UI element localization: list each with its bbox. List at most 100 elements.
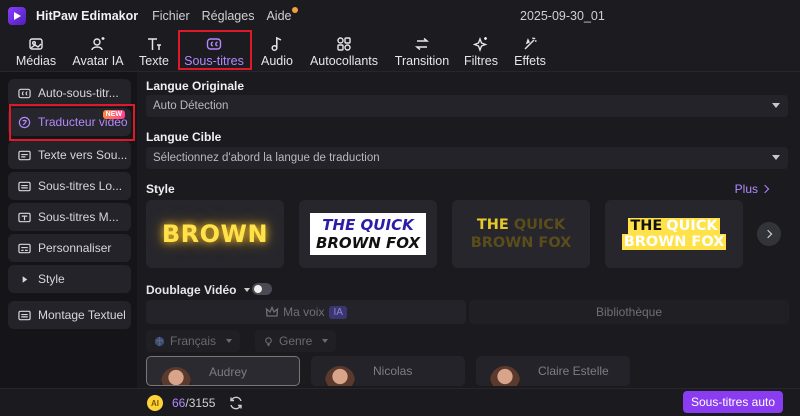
target-language-title: Langue Cible xyxy=(146,130,222,144)
app-logo-icon xyxy=(8,7,26,25)
tab-avatar-ia-label: Avatar IA xyxy=(72,54,124,68)
tab-medias-label: Médias xyxy=(15,54,57,68)
tab-texte-label: Texte xyxy=(139,54,169,68)
style-preview-line2: BROWN FOX xyxy=(470,235,572,251)
sidebar-item-label: Style xyxy=(38,272,65,286)
sidebar-item-auto-subtitles[interactable]: Auto-sous-titr... xyxy=(8,79,131,107)
style-preview-word: QUICK xyxy=(664,218,720,234)
library-tab[interactable]: Bibliothèque xyxy=(469,300,789,324)
gender-icon xyxy=(265,336,272,346)
sidebar-item-text-to-subtitle[interactable]: Texte vers Sou... xyxy=(8,141,131,169)
audio-icon xyxy=(271,36,282,52)
more-styles-label: Plus xyxy=(734,182,758,196)
translate-icon xyxy=(18,116,31,128)
ia-badge: IA xyxy=(329,305,347,319)
manual-subtitles-icon xyxy=(18,212,31,222)
style-card-boxed[interactable]: THE QUICK BROWN FOX xyxy=(299,200,437,268)
my-voice-label: Ma voix xyxy=(283,305,325,319)
style-preview-word: THE xyxy=(476,217,509,233)
title-bar: HitPaw Edimakor Fichier Réglages Aide 20… xyxy=(0,0,800,32)
sidebar-item-style[interactable]: Style xyxy=(8,265,131,293)
source-language-value: Auto Détection xyxy=(153,100,229,112)
chevron-right-icon xyxy=(760,184,770,194)
next-styles-button[interactable] xyxy=(757,222,781,246)
menu-fichier[interactable]: Fichier xyxy=(152,9,190,23)
source-language-select[interactable]: Auto Détection xyxy=(146,95,788,117)
style-card-gold[interactable]: THE QUICK BROWN FOX xyxy=(452,200,590,268)
sidebar-item-text-edit[interactable]: Montage Textuel xyxy=(8,301,131,329)
tab-medias[interactable]: Médias xyxy=(14,32,58,72)
sidebar-item-label: Personnaliser xyxy=(38,241,112,255)
sidebar-item-video-translator[interactable]: Traducteur vidéo NEW xyxy=(8,108,131,136)
voice-card-audrey[interactable]: Audrey xyxy=(146,356,300,386)
local-subtitles-icon xyxy=(18,181,31,191)
language-filter[interactable]: Français xyxy=(146,330,241,352)
source-language-title: Langue Originale xyxy=(146,79,245,93)
tab-audio[interactable]: Audio xyxy=(258,32,296,72)
sidebar-item-local-subtitles[interactable]: Sous-titres Lo... xyxy=(8,172,131,200)
translator-panel: Langue Originale Auto Détection Langue C… xyxy=(137,72,800,416)
style-card-highlight[interactable]: THE QUICK BROWN FOX xyxy=(605,200,743,268)
language-filter-label: Français xyxy=(170,334,217,348)
credits-total: /3155 xyxy=(185,396,216,410)
new-badge: NEW xyxy=(102,110,125,119)
chevron-right-icon xyxy=(763,229,773,239)
avatar xyxy=(490,366,520,386)
target-language-select[interactable]: Sélectionnez d'abord la langue de traduc… xyxy=(146,147,788,169)
dubbing-toggle[interactable] xyxy=(252,283,272,295)
auto-subtitles-button[interactable]: Sous-titres auto xyxy=(683,391,783,413)
sidebar-item-customize[interactable]: Personnaliser xyxy=(8,234,131,262)
more-styles-link[interactable]: Plus xyxy=(734,182,770,196)
sidebar-item-label: Sous-titres Lo... xyxy=(38,179,123,193)
tab-filtres[interactable]: Filtres xyxy=(462,32,500,72)
tab-autocollants-label: Autocollants xyxy=(309,54,379,68)
style-card-glow[interactable]: BROWN xyxy=(146,200,284,268)
style-preview-line2: BROWN FOX xyxy=(621,234,727,250)
tab-effets-label: Effets xyxy=(514,54,546,68)
style-title: Style xyxy=(146,182,175,196)
tab-effets[interactable]: Effets xyxy=(512,32,548,72)
gender-filter[interactable]: Genre xyxy=(255,330,337,352)
style-preview-text: BROWN xyxy=(161,220,269,248)
sidebar-item-label: Texte vers Sou... xyxy=(38,148,128,162)
project-name: 2025-09-30_01 xyxy=(520,9,605,23)
filters-icon xyxy=(473,37,488,52)
credits-used: 66 xyxy=(172,396,186,410)
sidebar-item-label: Montage Textuel xyxy=(38,308,126,322)
credits-counter: 66/3155 xyxy=(172,396,215,410)
voice-card-claire-estelle[interactable]: Claire Estelle xyxy=(476,356,630,386)
menu-reglages[interactable]: Réglages xyxy=(202,9,255,23)
voice-card-nicolas[interactable]: Nicolas xyxy=(311,356,465,386)
style-preview-line1: THE QUICK xyxy=(322,216,414,234)
text-edit-icon xyxy=(18,310,31,320)
style-preview-word: QUICK xyxy=(513,217,566,233)
dubbing-title: Doublage Vidéo xyxy=(146,283,237,297)
tab-autocollants[interactable]: Autocollants xyxy=(308,32,380,72)
text-to-subtitle-icon xyxy=(18,150,31,160)
refresh-icon[interactable] xyxy=(228,395,244,411)
voice-name: Claire Estelle xyxy=(538,364,609,378)
media-icon xyxy=(29,38,43,50)
tab-texte[interactable]: Texte xyxy=(137,32,171,72)
my-voice-tab[interactable]: Ma voix IA xyxy=(146,300,466,324)
subtitles-icon xyxy=(206,38,222,50)
tab-transition[interactable]: Transition xyxy=(392,32,452,72)
menu-aide[interactable]: Aide xyxy=(266,7,298,23)
library-label: Bibliothèque xyxy=(595,305,663,319)
voice-name: Audrey xyxy=(209,365,248,379)
crown-icon xyxy=(265,305,279,317)
ai-coin-icon: AI xyxy=(147,395,163,411)
tab-sous-titres[interactable]: Sous-titres xyxy=(181,32,247,72)
play-triangle-icon xyxy=(22,275,28,283)
tab-avatar-ia[interactable]: Avatar IA xyxy=(70,32,126,72)
style-preview-word: THE xyxy=(628,218,665,234)
sidebar-item-manual-subtitles[interactable]: Sous-titres M... xyxy=(8,203,131,231)
sidebar-item-label: Sous-titres M... xyxy=(38,210,119,224)
effects-icon xyxy=(524,37,537,50)
dubbing-dropdown[interactable]: Doublage Vidéo xyxy=(146,283,251,297)
chevron-down-icon xyxy=(244,288,251,292)
avatar xyxy=(325,366,355,386)
avatar xyxy=(161,367,191,385)
footer-bar: AI 66/3155 Sous-titres auto xyxy=(0,388,800,416)
chevron-down-icon xyxy=(772,103,780,108)
